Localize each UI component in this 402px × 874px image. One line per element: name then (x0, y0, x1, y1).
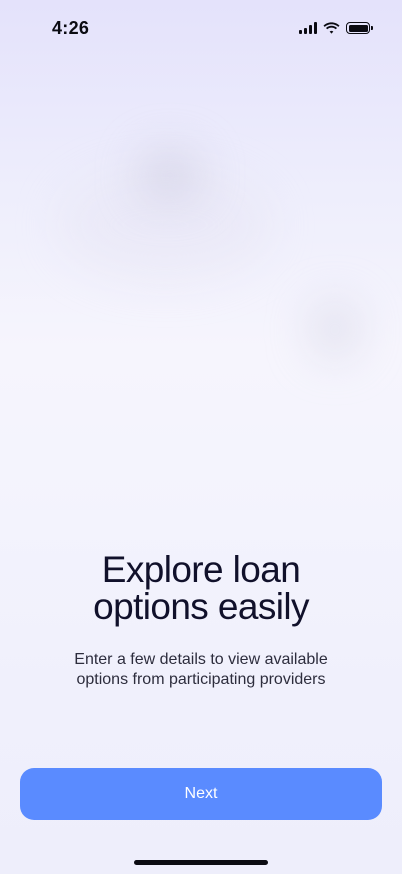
wifi-icon (323, 22, 340, 34)
background-decoration (310, 300, 360, 360)
page-title-line: Explore loan (101, 549, 301, 590)
home-indicator[interactable] (134, 860, 268, 865)
next-button[interactable]: Next (20, 768, 382, 820)
page-title: Explore loan options easily (0, 551, 402, 625)
page-title-line: options easily (93, 586, 309, 627)
background-decoration (140, 150, 200, 200)
status-icons (299, 22, 373, 34)
cellular-signal-icon (299, 22, 317, 34)
page-description-line: options from participating providers (76, 671, 326, 688)
page-description: Enter a few details to view available op… (0, 650, 402, 690)
page-description-line: Enter a few details to view available (74, 651, 328, 668)
onboarding-screen: 4:26 Explore loan options easily Enter a… (0, 0, 402, 874)
battery-icon (346, 22, 373, 34)
status-bar: 4:26 (0, 0, 402, 58)
status-time: 4:26 (52, 18, 90, 38)
